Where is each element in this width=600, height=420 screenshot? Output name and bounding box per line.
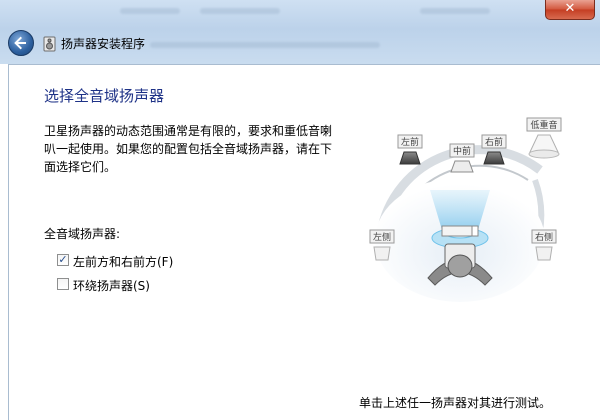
- side-right-label: 右侧: [535, 231, 553, 243]
- side-left-label: 左侧: [373, 231, 391, 243]
- close-icon: ✕: [564, 1, 576, 16]
- surround-speakers-label[interactable]: 环绕扬声器(S): [73, 277, 150, 294]
- background-blur: [420, 8, 490, 14]
- center-label: 中前: [453, 145, 471, 157]
- page-title: 选择全音域扬声器: [44, 87, 165, 105]
- back-arrow-icon: [14, 36, 26, 50]
- window-title: 扬声器安装程序: [61, 37, 146, 51]
- speaker-layout-diagram: 左前 中前 右前 低重音 左侧 右侧: [369, 117, 562, 302]
- background-blur: [200, 8, 280, 14]
- background-blur: [120, 8, 180, 14]
- speaker-setup-icon: [43, 36, 56, 52]
- front-speakers-label[interactable]: 左前方和右前方(F): [73, 253, 173, 270]
- background-blur: [150, 42, 380, 48]
- center-speaker[interactable]: 中前: [449, 143, 475, 173]
- front-speakers-checkbox[interactable]: ✓: [57, 254, 69, 266]
- front-left-speaker[interactable]: 左前: [397, 134, 423, 165]
- page-description: 卫星扬声器的动态范围通常是有限的，要求和重低音喇 叭一起使用。如果您的配置包括全…: [44, 124, 333, 174]
- front-left-label: 左前: [401, 136, 419, 148]
- surround-speakers-checkbox[interactable]: [57, 278, 69, 290]
- back-button[interactable]: [8, 30, 34, 56]
- front-right-label: 右前: [485, 136, 503, 148]
- subwoofer-label: 低重音: [530, 119, 557, 131]
- full-range-group-label: 全音域扬声器:: [44, 227, 121, 241]
- close-button[interactable]: ✕: [545, 0, 595, 20]
- test-speaker-hint: 单击上述任一扬声器对其进行测试。: [359, 396, 552, 410]
- check-mark-icon: ✓: [58, 253, 68, 266]
- subwoofer-speaker[interactable]: 低重音: [526, 117, 562, 159]
- title-bar: [0, 0, 600, 64]
